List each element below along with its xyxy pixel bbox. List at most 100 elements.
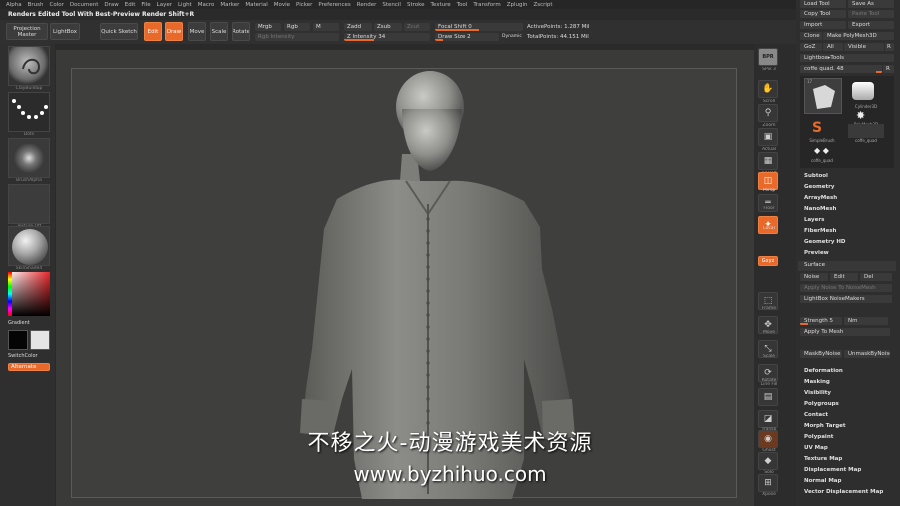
r-button-2[interactable]: R bbox=[883, 65, 894, 73]
move-mode-button[interactable]: Move bbox=[188, 22, 206, 41]
nm-toggle[interactable]: Nm bbox=[844, 317, 888, 325]
surface-menu-header[interactable]: Surface bbox=[798, 261, 896, 271]
deformation-menu[interactable]: Deformation bbox=[804, 368, 843, 374]
import-button[interactable]: Import bbox=[800, 21, 846, 29]
unmask-by-noise-button[interactable]: UnmaskByNoise bbox=[844, 350, 890, 358]
strength-slider[interactable]: Strength 5 bbox=[800, 317, 842, 325]
switch-color-button[interactable]: SwitchColor bbox=[8, 353, 50, 359]
scale-mode-button[interactable]: Scale bbox=[210, 22, 228, 41]
color-picker-square[interactable] bbox=[8, 272, 50, 316]
mrgb-toggle[interactable]: Mrgb bbox=[255, 23, 281, 31]
scroll-icon[interactable]: ✋ bbox=[758, 80, 778, 98]
z-intensity-slider[interactable]: Z Intensity 34 bbox=[344, 33, 430, 41]
simplebrush-icon[interactable]: S bbox=[812, 120, 822, 136]
noise-button[interactable]: Noise bbox=[800, 273, 828, 281]
subtool-menu[interactable]: Subtool bbox=[804, 173, 828, 179]
fibermesh-menu[interactable]: FiberMesh bbox=[804, 228, 836, 234]
hue-strip[interactable] bbox=[8, 272, 12, 316]
visible-button[interactable]: Visible bbox=[844, 43, 884, 51]
rotate-mode-button[interactable]: Rotate bbox=[232, 22, 250, 41]
edit-mode-button[interactable]: Edit bbox=[144, 22, 162, 41]
menu-item-zscript[interactable]: Zscript bbox=[533, 2, 552, 8]
contact-menu[interactable]: Contact bbox=[804, 412, 828, 418]
actual-icon[interactable]: ▣ bbox=[758, 128, 778, 146]
m-toggle[interactable]: M bbox=[313, 23, 339, 31]
geometry-menu[interactable]: Geometry bbox=[804, 184, 834, 190]
menu-item-color[interactable]: Color bbox=[50, 2, 64, 8]
local-icon[interactable]: ✦ bbox=[758, 216, 778, 234]
coffe-quad-icon[interactable]: ◆ ◆ bbox=[814, 146, 829, 155]
material-thumbnail[interactable] bbox=[8, 226, 50, 266]
lightbox-button[interactable]: LightBox bbox=[50, 23, 80, 40]
spix-label[interactable]: SPix 3 bbox=[756, 67, 782, 72]
layers-menu[interactable]: Layers bbox=[804, 217, 824, 223]
rgb-intensity-slider[interactable]: Rgb Intensity bbox=[255, 33, 339, 41]
lightbox-tools-button[interactable]: Lightbox▸Tools bbox=[800, 54, 894, 62]
tool-thumb-current[interactable]: 17 bbox=[804, 78, 842, 114]
vector-displacement-map-menu[interactable]: Vector Displacement Map bbox=[804, 489, 883, 495]
polymesh3d-icon[interactable]: ✸ bbox=[856, 109, 865, 122]
quick-sketch-button[interactable]: Quick Sketch bbox=[100, 23, 138, 40]
geometry-hd-menu[interactable]: Geometry HD bbox=[804, 239, 846, 245]
secondary-color-swatch[interactable] bbox=[30, 330, 50, 350]
export-button[interactable]: Export bbox=[848, 21, 894, 29]
menu-item-movie[interactable]: Movie bbox=[274, 2, 290, 8]
zadd-toggle[interactable]: Zadd bbox=[344, 23, 372, 31]
aahalf-icon[interactable]: ▦ bbox=[758, 152, 778, 170]
projection-master-button[interactable]: Projection Master bbox=[6, 23, 48, 40]
menu-item-material[interactable]: Material bbox=[245, 2, 267, 8]
alternate-button[interactable]: Alternate bbox=[8, 363, 50, 371]
bpr-render-icon[interactable]: BPR bbox=[758, 48, 778, 66]
menu-item-marker[interactable]: Marker bbox=[220, 2, 239, 8]
noise-del-button[interactable]: Del bbox=[860, 273, 892, 281]
menu-item-stroke[interactable]: Stroke bbox=[407, 2, 425, 8]
r-button[interactable]: R bbox=[885, 43, 894, 51]
menu-item-document[interactable]: Document bbox=[70, 2, 99, 8]
menu-item-zplugin[interactable]: Zplugin bbox=[507, 2, 528, 8]
draw-mode-button[interactable]: Draw bbox=[165, 22, 183, 41]
menu-item-light[interactable]: Light bbox=[178, 2, 192, 8]
copy-tool-button[interactable]: Copy Tool bbox=[800, 10, 846, 18]
menu-item-preferences[interactable]: Preferences bbox=[318, 2, 350, 8]
zoom-icon[interactable]: ⚲ bbox=[758, 104, 778, 122]
goz-button[interactable]: GoZ bbox=[800, 43, 822, 51]
menu-item-texture[interactable]: Texture bbox=[431, 2, 451, 8]
menu-item-layer[interactable]: Layer bbox=[157, 2, 172, 8]
current-tool-slider[interactable]: coffe quad. 48 bbox=[800, 65, 882, 73]
menu-item-macro[interactable]: Macro bbox=[198, 2, 215, 8]
apply-noise-button[interactable]: Apply Noise To NoiseMesh bbox=[800, 284, 892, 292]
alpha-thumbnail[interactable] bbox=[8, 138, 50, 178]
menu-item-file[interactable]: File bbox=[141, 2, 150, 8]
preview-menu[interactable]: Preview bbox=[804, 250, 829, 256]
linefill-icon[interactable]: ▤ bbox=[758, 388, 778, 406]
arraymesh-menu[interactable]: ArrayMesh bbox=[804, 195, 837, 201]
draw-size-slider[interactable]: Draw Size 2 bbox=[435, 33, 499, 41]
zcut-toggle[interactable]: Zcut bbox=[404, 23, 430, 31]
clone-button[interactable]: Clone bbox=[800, 32, 822, 40]
rgb-toggle[interactable]: Rgb bbox=[284, 23, 310, 31]
brush-thumbnail[interactable] bbox=[8, 46, 50, 86]
stroke-thumbnail[interactable] bbox=[8, 92, 50, 132]
dynamic-label[interactable]: Dynamic bbox=[502, 34, 522, 39]
zsub-toggle[interactable]: Zsub bbox=[374, 23, 402, 31]
menu-item-stencil[interactable]: Stencil bbox=[382, 2, 401, 8]
cylinder3d-icon[interactable] bbox=[852, 82, 874, 100]
load-tool-button[interactable]: Load Tool bbox=[800, 0, 846, 8]
gradient-label[interactable]: Gradient bbox=[8, 320, 50, 326]
apply-to-mesh-button[interactable]: Apply To Mesh bbox=[800, 328, 890, 336]
menu-item-picker[interactable]: Picker bbox=[296, 2, 312, 8]
menu-item-edit[interactable]: Edit bbox=[125, 2, 136, 8]
lightbox-noisemakers-button[interactable]: LightBox NoiseMakers bbox=[800, 295, 892, 303]
menu-item-alpha[interactable]: Alpha bbox=[6, 2, 22, 8]
xyz-icon[interactable]: Gxyz bbox=[758, 256, 778, 266]
coffe-quad-thumb-a[interactable] bbox=[848, 124, 884, 138]
make-polymesh-button[interactable]: Make PolyMesh3D bbox=[823, 32, 894, 40]
mask-by-noise-button[interactable]: MaskByNoise bbox=[800, 350, 842, 358]
texture-thumbnail[interactable] bbox=[8, 184, 50, 224]
visibility-menu[interactable]: Visibility bbox=[804, 390, 831, 396]
menu-item-tool[interactable]: Tool bbox=[457, 2, 468, 8]
noise-edit-button[interactable]: Edit bbox=[830, 273, 858, 281]
polygroups-menu[interactable]: Polygroups bbox=[804, 401, 839, 407]
menu-item-brush[interactable]: Brush bbox=[28, 2, 44, 8]
menu-item-transform[interactable]: Transform bbox=[473, 2, 500, 8]
